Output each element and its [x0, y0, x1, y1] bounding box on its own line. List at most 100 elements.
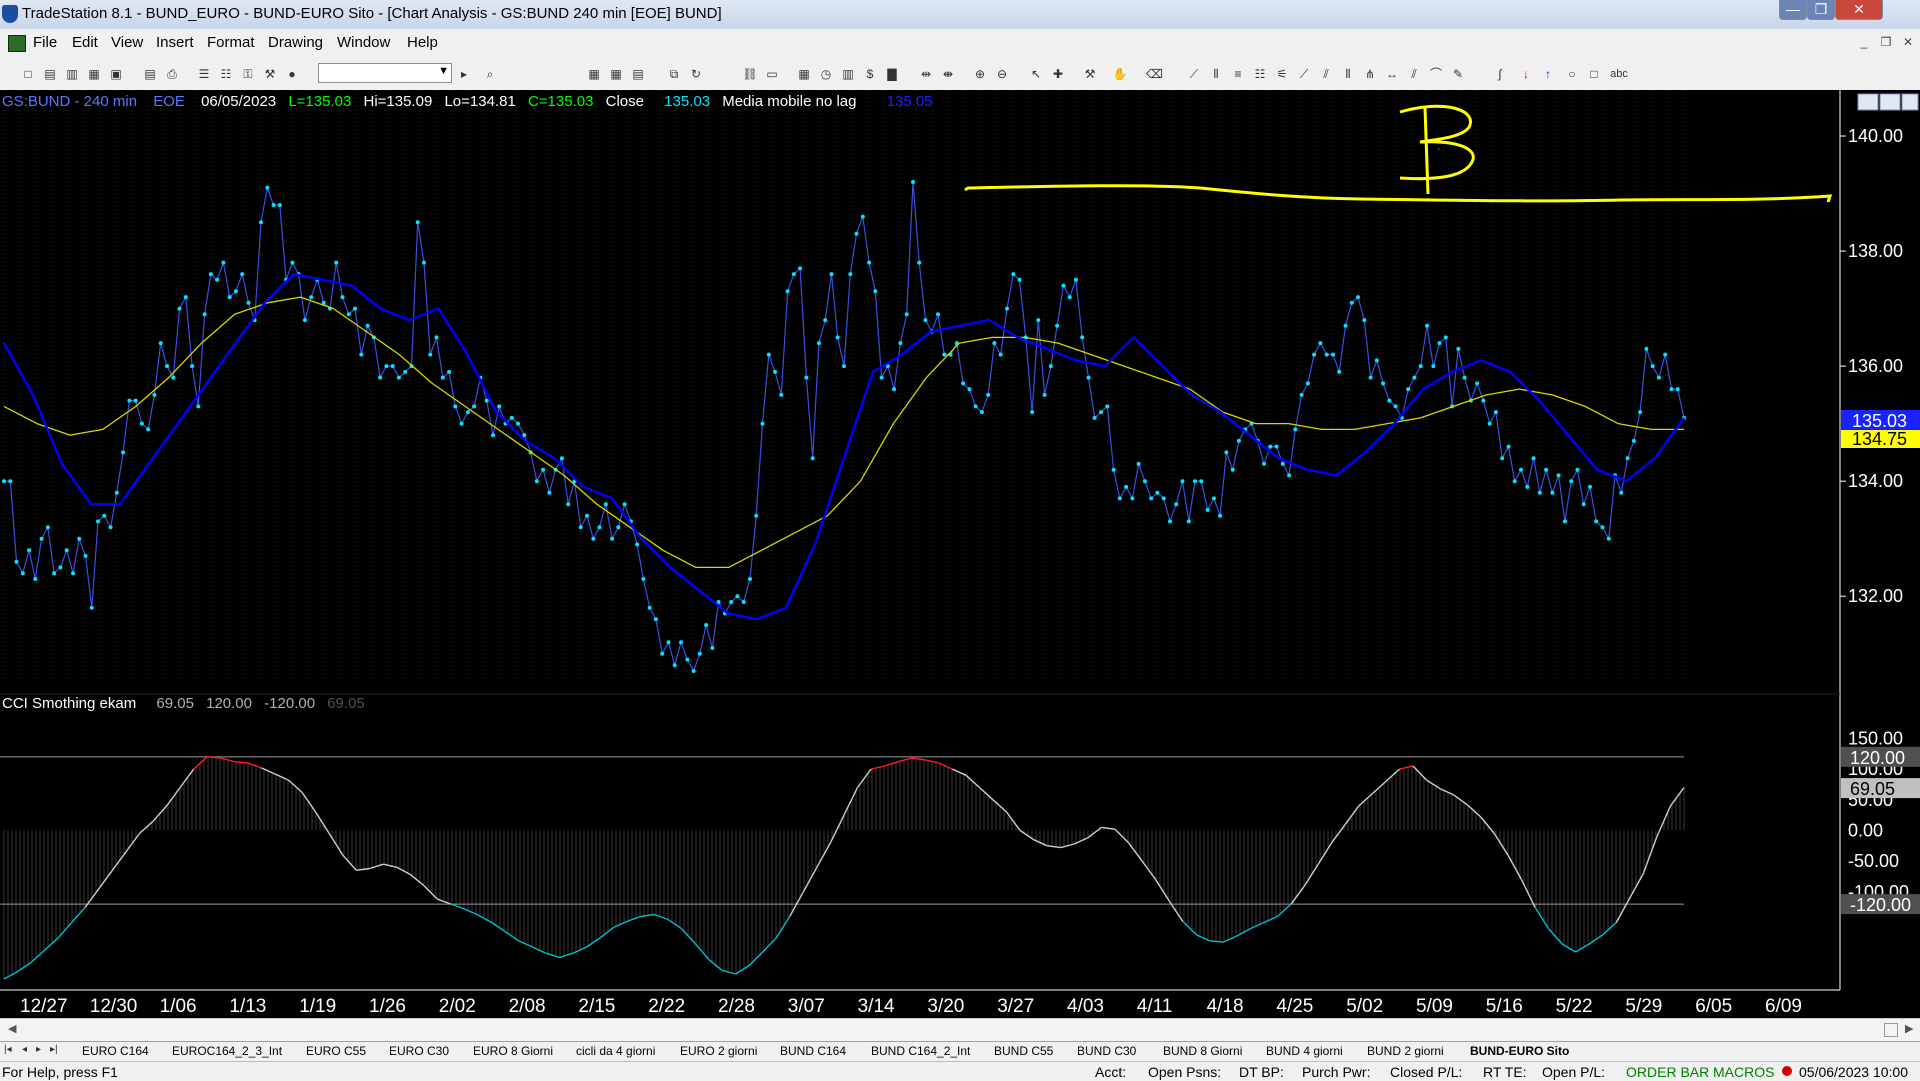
pane-close-button[interactable] — [1901, 93, 1919, 111]
freehand-icon[interactable]: ∫ — [1492, 66, 1508, 82]
insert-chart-icon[interactable]: ⧉ — [666, 66, 682, 82]
chart-icon[interactable]: ▥ — [840, 66, 856, 82]
grid-alt-icon[interactable]: ▦ — [608, 66, 624, 82]
channel-icon[interactable]: ☷ — [1252, 66, 1268, 82]
chart-window-icon[interactable] — [8, 35, 26, 52]
link-icon[interactable]: ⛓ — [742, 66, 758, 82]
menu-drawing[interactable]: Drawing — [268, 34, 323, 51]
menu-edit[interactable]: Edit — [72, 34, 98, 51]
arrow-up-icon[interactable]: ↑ — [1540, 66, 1556, 82]
bar-chart-icon[interactable]: ▇ — [884, 66, 900, 82]
tools-icon[interactable]: ⚒ — [1082, 66, 1098, 82]
tab-bund-8-giorni[interactable]: BUND 8 Giorni — [1163, 1044, 1242, 1058]
tab-euroc164-2-3-int[interactable]: EUROC164_2_3_Int — [172, 1044, 282, 1058]
menu-file[interactable]: File — [33, 34, 57, 51]
data-window-icon[interactable]: ☰ — [196, 66, 212, 82]
order-bar-label[interactable]: ORDER BAR — [1626, 1064, 1709, 1080]
menu-insert[interactable]: Insert — [156, 34, 194, 51]
fibonacci-icon[interactable]: ⚟ — [1274, 66, 1290, 82]
hand-icon[interactable]: ✋ — [1112, 66, 1128, 82]
menu-format[interactable]: Format — [207, 34, 255, 51]
pane-minimize-button[interactable] — [1857, 93, 1879, 111]
pane-restore-button[interactable] — [1879, 93, 1901, 111]
expand-bars-icon[interactable]: ⇼ — [940, 66, 956, 82]
tab-euro-c30[interactable]: EURO C30 — [389, 1044, 449, 1058]
crosshair-icon[interactable]: ✚ — [1050, 66, 1066, 82]
scroll-thumb[interactable] — [1884, 1023, 1898, 1037]
pencil-icon[interactable]: ✎ — [1450, 66, 1466, 82]
grid-icon[interactable]: ▦ — [586, 66, 602, 82]
refresh-icon[interactable]: ↻ — [688, 66, 704, 82]
scroll-right-icon[interactable]: ▶ — [1905, 1022, 1913, 1035]
mdi-minimize-button[interactable]: _ — [1855, 34, 1873, 50]
chart-canvas[interactable]: B GS:BUND - 240 min EOE 06/05/2023 L=135… — [0, 90, 1920, 1018]
mdi-close-button[interactable]: ✕ — [1899, 34, 1917, 50]
format-icon[interactable]: ☷ — [218, 66, 234, 82]
macros-label[interactable]: MACROS — [1713, 1064, 1774, 1080]
lock-icon[interactable]: ⚿ — [240, 66, 256, 82]
open-file-icon[interactable]: ▤ — [42, 66, 58, 82]
menu-window[interactable]: Window — [337, 34, 390, 51]
save-icon[interactable]: ▣ — [108, 66, 124, 82]
close-button[interactable]: ✕ — [1835, 0, 1883, 20]
minimize-button[interactable]: — — [1779, 0, 1807, 20]
calendar-icon[interactable]: ▦ — [796, 66, 812, 82]
tab-next-icon[interactable]: ▸ — [36, 1044, 41, 1055]
zoom-in-icon[interactable]: ⊕ — [972, 66, 988, 82]
cycle-lines-icon[interactable]: ⦀ — [1340, 66, 1356, 82]
tab-cicli-da-4-giorni[interactable]: cicli da 4 giorni — [576, 1044, 655, 1058]
vertical-lines-icon[interactable]: ⦀ — [1208, 66, 1224, 82]
window-icon[interactable]: ▭ — [764, 66, 780, 82]
menu-view[interactable]: View — [111, 34, 143, 51]
print-icon[interactable]: ⎙ — [164, 66, 180, 82]
andrews-pitchfork-icon[interactable]: ⋔ — [1362, 66, 1378, 82]
scroll-left-icon[interactable]: ◀ — [8, 1022, 16, 1035]
tab-euro-c55[interactable]: EURO C55 — [306, 1044, 366, 1058]
tab-first-icon[interactable]: |◂ — [4, 1044, 12, 1055]
strategy-icon[interactable]: ● — [284, 66, 300, 82]
tab-bund-4-giorni[interactable]: BUND 4 giorni — [1266, 1044, 1343, 1058]
chart-tools-icon[interactable]: ⚒ — [262, 66, 278, 82]
tab-euro-2-giorni[interactable]: EURO 2 giorni — [680, 1044, 757, 1058]
arc-icon[interactable]: ⌒ — [1428, 66, 1444, 82]
tab-bund-c30[interactable]: BUND C30 — [1077, 1044, 1136, 1058]
speed-lines-icon[interactable]: ⟋ — [1296, 66, 1312, 82]
rectangle-icon[interactable]: □ — [1586, 66, 1602, 82]
open-workspace-icon[interactable]: ▥ — [64, 66, 80, 82]
dollar-icon[interactable]: $ — [862, 66, 878, 82]
arrow-right-icon[interactable]: ▸ — [456, 66, 472, 82]
tab-last-icon[interactable]: ▸| — [50, 1044, 58, 1055]
tab-euro-c164[interactable]: EURO C164 — [82, 1044, 149, 1058]
regression-icon[interactable]: ⫽ — [1406, 66, 1422, 82]
arrow-down-icon[interactable]: ↓ — [1518, 66, 1534, 82]
text-icon[interactable]: abc — [1608, 66, 1630, 82]
gann-icon[interactable]: ⫽ — [1318, 66, 1334, 82]
horizontal-scrollbar[interactable]: ◀ ▶ — [0, 1018, 1920, 1042]
zoom-out-icon[interactable]: ⊖ — [994, 66, 1010, 82]
tab-bund-c164[interactable]: BUND C164 — [780, 1044, 846, 1058]
tab-euro-8-giorni[interactable]: EURO 8 Giorni — [473, 1044, 553, 1058]
ellipse-icon[interactable]: ○ — [1564, 66, 1580, 82]
tab-prev-icon[interactable]: ◂ — [22, 1044, 27, 1055]
arrow-horizontal-icon[interactable]: ↔ — [1384, 66, 1400, 82]
horizontal-lines-icon[interactable]: ≡ — [1230, 66, 1246, 82]
chart-area[interactable]: B GS:BUND - 240 min EOE 06/05/2023 L=135… — [0, 90, 1920, 1018]
compress-bars-icon[interactable]: ⇹ — [918, 66, 934, 82]
tab-bund-euro-sito[interactable]: BUND-EURO Sito — [1470, 1044, 1569, 1058]
eraser-icon[interactable]: ⌫ — [1146, 66, 1163, 82]
tab-bund-2-giorni[interactable]: BUND 2 giorni — [1367, 1044, 1444, 1058]
tab-bund-c55[interactable]: BUND C55 — [994, 1044, 1053, 1058]
symbol-combo[interactable]: ▼ — [318, 63, 452, 83]
menu-help[interactable]: Help — [407, 34, 438, 51]
new-file-icon[interactable]: □ — [20, 66, 36, 82]
tab-bund-c164-2-int[interactable]: BUND C164_2_Int — [871, 1044, 970, 1058]
new-chart-icon[interactable]: ▦ — [86, 66, 102, 82]
trendline-icon[interactable]: ⟋ — [1186, 66, 1202, 82]
maximize-button[interactable]: ❐ — [1807, 0, 1835, 20]
print-preview-icon[interactable]: ▤ — [142, 66, 158, 82]
clock-icon[interactable]: ◷ — [818, 66, 834, 82]
mdi-restore-button[interactable]: ❐ — [1877, 34, 1895, 50]
pointer-icon[interactable]: ↖ — [1028, 66, 1044, 82]
symbol-lookup-icon[interactable]: ⌕ — [482, 66, 498, 82]
table-icon[interactable]: ▤ — [630, 66, 646, 82]
